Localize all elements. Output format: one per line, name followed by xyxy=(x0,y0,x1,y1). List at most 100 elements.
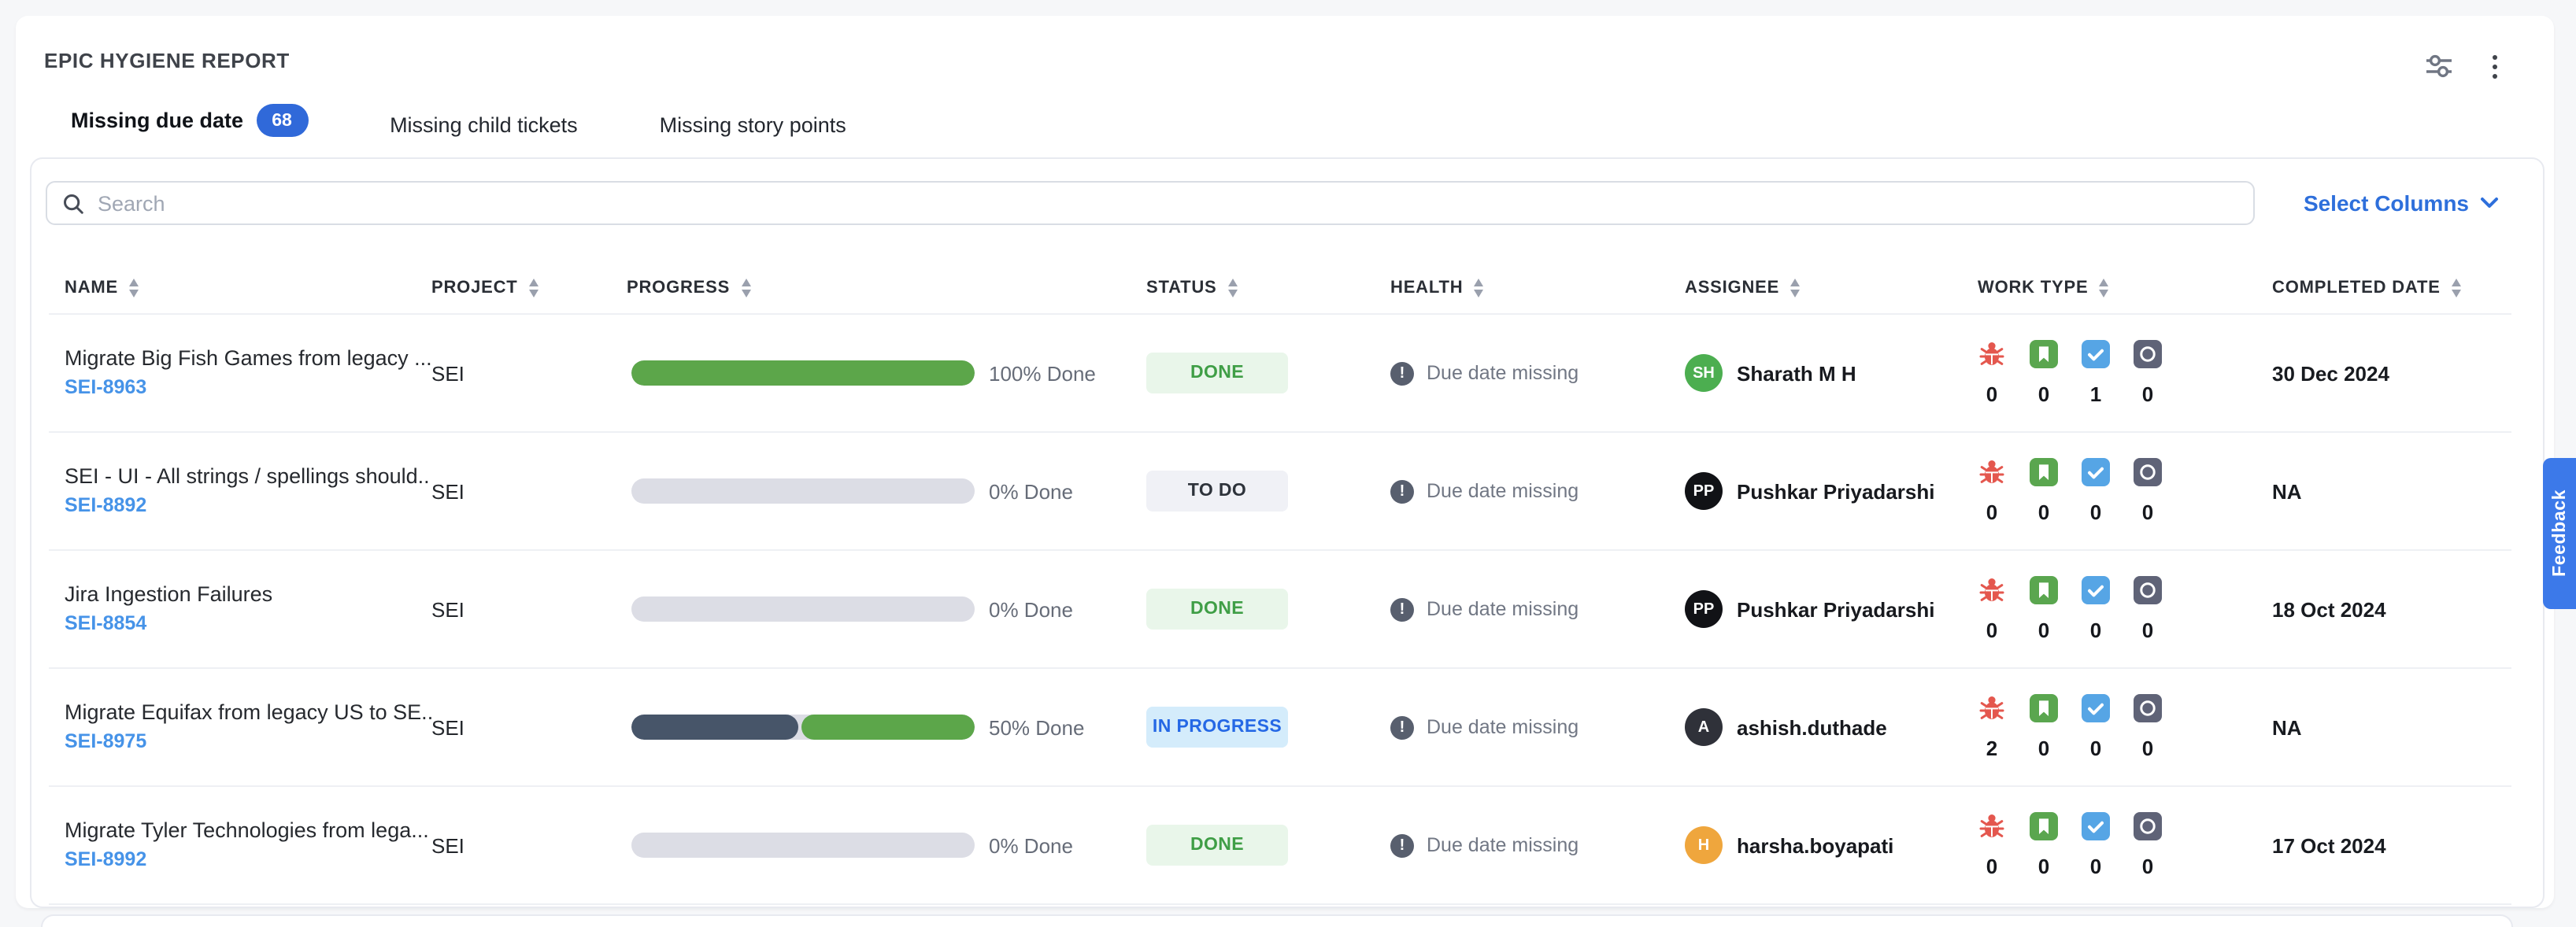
sort-icon[interactable] xyxy=(2099,279,2108,297)
project-cell: SEI xyxy=(431,479,627,503)
tab-label: Missing story points xyxy=(660,113,846,137)
other-work-type-icon xyxy=(2134,694,2162,722)
task-icon xyxy=(2082,812,2110,840)
sort-icon[interactable] xyxy=(529,279,539,297)
bug-icon xyxy=(1978,340,2006,368)
task-count: 1 xyxy=(2090,382,2101,406)
table-row[interactable]: Jira Ingestion Failures SEI-8854 SEI 0% … xyxy=(49,551,2511,669)
more-options-button[interactable] xyxy=(2489,51,2500,81)
task-icon xyxy=(2082,694,2110,722)
column-header-completed-date[interactable]: COMPLETED DATE xyxy=(2272,279,2511,297)
health-text: Due date missing xyxy=(1427,362,1579,384)
epic-name: Migrate Equifax from legacy US to SE... xyxy=(65,700,431,723)
ticket-link[interactable]: SEI-8975 xyxy=(65,729,146,752)
bug-icon xyxy=(1978,576,2006,604)
task-icon xyxy=(2082,458,2110,486)
card-header: EPIC HYGIENE REPORT xyxy=(16,16,2554,72)
tab-missing-due-date[interactable]: Missing due date 68 xyxy=(58,104,320,162)
epic-name: SEI - UI - All strings / spellings shoul… xyxy=(65,464,431,487)
progress-inprogress-segment xyxy=(631,715,799,740)
status-badge: DONE xyxy=(1146,589,1288,630)
other-work-type-icon xyxy=(2134,458,2162,486)
epic-hygiene-report-widget: EPIC HYGIENE REPORT Missing due dat xyxy=(0,0,2576,921)
progress-label: 100% Done xyxy=(989,361,1096,385)
completed-date: NA xyxy=(2272,479,2511,503)
assignee-name: Pushkar Priyadarshi xyxy=(1737,479,1934,503)
bug-icon xyxy=(1978,458,2006,486)
ticket-link[interactable]: SEI-8854 xyxy=(65,611,146,633)
other-count: 0 xyxy=(2142,737,2153,760)
progress-bar xyxy=(631,833,975,858)
task-count: 0 xyxy=(2090,619,2101,642)
column-header-work-type[interactable]: WORK TYPE xyxy=(1978,279,2272,297)
status-badge: IN PROGRESS xyxy=(1146,707,1288,748)
epic-table: NAME PROJECT PROGRESS STATUS xyxy=(31,263,2543,905)
story-icon xyxy=(2030,812,2058,840)
progress-bar xyxy=(631,715,975,740)
header-actions xyxy=(2423,50,2500,82)
column-header-assignee[interactable]: ASSIGNEE xyxy=(1685,279,1978,297)
table-row[interactable]: SEI - UI - All strings / spellings shoul… xyxy=(49,433,2511,551)
status-badge: TO DO xyxy=(1146,471,1288,512)
story-count: 0 xyxy=(2038,619,2049,642)
bug-icon xyxy=(1978,812,2006,840)
story-count: 0 xyxy=(2038,382,2049,406)
bug-count: 0 xyxy=(1986,382,1997,406)
ticket-link[interactable]: SEI-8963 xyxy=(65,375,146,397)
sort-icon[interactable] xyxy=(1474,279,1483,297)
search-wrap xyxy=(46,181,2255,225)
progress-bar xyxy=(631,478,975,504)
health-text: Due date missing xyxy=(1427,716,1579,738)
avatar: A xyxy=(1685,708,1723,746)
progress-done-segment xyxy=(802,715,975,740)
epic-name: Migrate Tyler Technologies from lega... xyxy=(65,818,431,841)
bug-count: 0 xyxy=(1986,500,1997,524)
sort-icon[interactable] xyxy=(2452,279,2461,297)
epic-name: Migrate Big Fish Games from legacy ... xyxy=(65,345,431,369)
ticket-link[interactable]: SEI-8992 xyxy=(65,848,146,870)
warning-icon: ! xyxy=(1390,479,1414,503)
story-count: 0 xyxy=(2038,500,2049,524)
table-row[interactable]: Migrate Equifax from legacy US to SE... … xyxy=(49,669,2511,787)
progress-bar xyxy=(631,360,975,386)
search-input[interactable] xyxy=(46,181,2255,225)
sort-icon[interactable] xyxy=(741,279,750,297)
tab-missing-story-points[interactable]: Missing story points xyxy=(647,113,859,162)
progress-bar xyxy=(631,596,975,622)
sort-icon[interactable] xyxy=(1790,279,1800,297)
column-header-project[interactable]: PROJECT xyxy=(431,279,627,297)
column-header-name[interactable]: NAME xyxy=(49,279,431,297)
other-work-type-icon xyxy=(2134,340,2162,368)
feedback-side-tab[interactable]: Feedback xyxy=(2543,458,2576,609)
project-cell: SEI xyxy=(431,361,627,385)
warning-icon: ! xyxy=(1390,833,1414,857)
next-card-edge xyxy=(41,914,2513,927)
column-header-status[interactable]: STATUS xyxy=(1146,279,1390,297)
sort-icon[interactable] xyxy=(1228,279,1238,297)
sort-icon[interactable] xyxy=(129,279,139,297)
column-header-health[interactable]: HEALTH xyxy=(1390,279,1685,297)
table-row[interactable]: Migrate Tyler Technologies from lega... … xyxy=(49,787,2511,905)
page-title: EPIC HYGIENE REPORT xyxy=(44,49,2522,72)
assignee-name: Sharath M H xyxy=(1737,361,1856,385)
project-cell: SEI xyxy=(431,833,627,857)
column-header-progress[interactable]: PROGRESS xyxy=(627,279,1146,297)
progress-done-segment xyxy=(631,360,975,386)
select-columns-button[interactable]: Select Columns xyxy=(2294,189,2508,217)
ticket-link[interactable]: SEI-8892 xyxy=(65,493,146,515)
progress-label: 50% Done xyxy=(989,715,1084,739)
filter-sliders-button[interactable] xyxy=(2423,50,2455,82)
status-badge: DONE xyxy=(1146,825,1288,866)
bug-icon xyxy=(1978,694,2006,722)
kebab-menu-icon xyxy=(2493,54,2497,59)
task-count: 0 xyxy=(2090,500,2101,524)
other-work-type-icon xyxy=(2134,812,2162,840)
health-text: Due date missing xyxy=(1427,598,1579,620)
story-icon xyxy=(2030,576,2058,604)
table-row[interactable]: Migrate Big Fish Games from legacy ... S… xyxy=(49,315,2511,433)
other-work-type-icon xyxy=(2134,576,2162,604)
tab-count-badge: 68 xyxy=(256,104,308,137)
toolbar: Select Columns xyxy=(31,159,2543,225)
tab-missing-child-tickets[interactable]: Missing child tickets xyxy=(377,113,590,162)
task-icon xyxy=(2082,576,2110,604)
